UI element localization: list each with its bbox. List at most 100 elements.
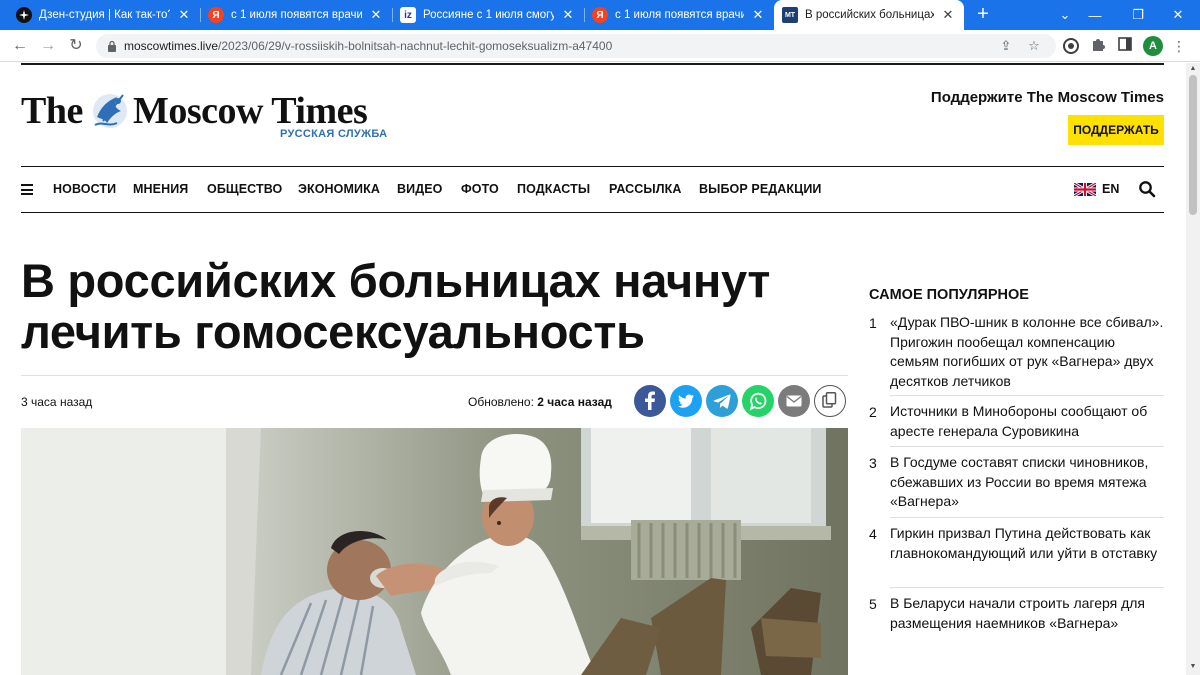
updated-time: Обновлено: 2 часа назад — [468, 395, 612, 409]
nav-item-newsletter[interactable]: РАССЫЛКА — [609, 182, 681, 196]
logo-word-the: The — [21, 90, 83, 132]
restore-icon[interactable]: ❐ — [1116, 0, 1160, 30]
close-window-icon[interactable]: ✕ — [1156, 0, 1200, 30]
tab-title: Дзен-студия | Как так-то? Пр — [39, 9, 170, 21]
new-tab-button[interactable]: + — [973, 4, 993, 25]
popular-link[interactable]: В Беларуси начали строить лагеря для раз… — [890, 594, 1165, 633]
tab-title: с 1 июля появятся врачи по — [231, 9, 362, 21]
headline-line-2: лечить гомосексуальность — [21, 305, 645, 358]
tab-close-icon[interactable]: ✕ — [940, 7, 956, 23]
share-whatsapp-button[interactable] — [742, 385, 774, 417]
uk-flag-icon[interactable] — [1074, 183, 1096, 196]
twitter-icon — [678, 394, 694, 408]
copy-link-button[interactable] — [814, 385, 846, 417]
main-nav: НОВОСТИ МНЕНИЯ ОБЩЕСТВО ЭКОНОМИКА ВИДЕО … — [21, 166, 1164, 213]
scroll-down-icon[interactable]: ▼ — [1188, 663, 1198, 673]
share-facebook-button[interactable] — [634, 385, 666, 417]
nav-item-opinions[interactable]: МНЕНИЯ — [133, 182, 188, 196]
search-icon[interactable] — [1138, 180, 1156, 198]
nav-item-economy[interactable]: ЭКОНОМИКА — [298, 182, 380, 196]
extensions-puzzle-icon[interactable] — [1089, 37, 1107, 55]
popular-item-4[interactable]: 4 Гиркин призвал Путина действовать как … — [869, 524, 1164, 584]
lock-icon[interactable] — [107, 40, 117, 52]
top-rule — [21, 63, 1164, 65]
copy-icon — [822, 392, 837, 408]
photo-nurse-patient — [21, 428, 848, 675]
popular-divider — [890, 446, 1164, 447]
scroll-up-icon[interactable]: ▲ — [1188, 65, 1198, 75]
extension-icon[interactable] — [1062, 37, 1080, 55]
yandex-icon: Я — [592, 7, 608, 23]
popular-item-2[interactable]: 2 Источники в Минобороны сообщают об аре… — [869, 402, 1164, 442]
tab-close-icon[interactable]: ✕ — [176, 7, 192, 23]
logo-word-moscow-times: Moscow Times — [133, 90, 368, 132]
yandex-icon: Я — [208, 7, 224, 23]
article-photo — [21, 428, 848, 675]
share-email-button[interactable] — [778, 385, 810, 417]
iz-icon: iz — [400, 7, 416, 23]
updated-label: Обновлено: — [468, 395, 534, 409]
menu-kebab-icon[interactable]: ⋮ — [1170, 37, 1188, 55]
telegram-icon — [713, 394, 731, 409]
popular-item-3[interactable]: 3 В Госдуме составят списки чиновников, … — [869, 453, 1164, 513]
share-page-icon[interactable]: ⇪ — [998, 38, 1014, 54]
bookmark-star-icon[interactable]: ☆ — [1026, 38, 1042, 54]
dzen-icon — [16, 7, 32, 23]
popular-number: 3 — [869, 455, 877, 471]
browser-tab-3[interactable]: iz Россияне с 1 июля смогут об ✕ — [392, 0, 584, 30]
browser-tab-2[interactable]: Я с 1 июля появятся врачи по ✕ — [200, 0, 392, 30]
browser-tab-1[interactable]: Дзен-студия | Как так-то? Пр ✕ — [8, 0, 200, 30]
mt-icon: MT — [782, 7, 798, 23]
page-scrollbar[interactable]: ▲ ▼ — [1186, 63, 1200, 675]
headline-line-1: В российских больницах начнут — [21, 254, 771, 307]
nav-item-photo[interactable]: ФОТО — [461, 182, 499, 196]
nav-item-editors-choice[interactable]: ВЫБОР РЕДАКЦИИ — [699, 182, 822, 196]
hamburger-menu-icon[interactable] — [21, 184, 33, 195]
popular-link[interactable]: «Дурак ПВО-шник в колонне все сбивал». П… — [890, 313, 1165, 391]
site-logo[interactable]: The Moscow Times РУССКАЯ СЛУЖБА — [21, 85, 391, 155]
profile-avatar[interactable]: A — [1143, 36, 1163, 56]
tab-close-icon[interactable]: ✕ — [368, 7, 384, 23]
whatsapp-icon — [749, 392, 767, 411]
popular-number: 5 — [869, 596, 877, 612]
popular-number: 2 — [869, 404, 877, 420]
st-george-emblem-icon — [93, 94, 127, 128]
nav-item-podcasts[interactable]: ПОДКАСТЫ — [517, 182, 590, 196]
popular-title: САМОЕ ПОПУЛЯРНОЕ — [869, 287, 1029, 303]
browser-tab-active[interactable]: MT В российских больницах на ✕ — [774, 0, 964, 30]
nav-item-news[interactable]: НОВОСТИ — [53, 182, 116, 196]
sidepanel-icon[interactable] — [1116, 37, 1134, 55]
popular-link[interactable]: В Госдуме составят списки чиновников, сб… — [890, 453, 1165, 512]
back-icon[interactable]: ← — [10, 36, 30, 56]
support-button[interactable]: ПОДДЕРЖАТЬ — [1068, 115, 1164, 145]
support-title: Поддержите The Moscow Times — [930, 89, 1164, 106]
popular-item-1[interactable]: 1 «Дурак ПВО-шник в колонне все сбивал».… — [869, 313, 1164, 393]
minimize-icon[interactable]: — — [1073, 0, 1117, 30]
popular-link[interactable]: Гиркин призвал Путина действовать как гл… — [890, 524, 1165, 563]
tab-close-icon[interactable]: ✕ — [560, 7, 576, 23]
tab-close-icon[interactable]: ✕ — [750, 7, 766, 23]
tab-title: с 1 июля появятся врачи се — [615, 9, 744, 21]
popular-item-5[interactable]: 5 В Беларуси начали строить лагеря для р… — [869, 594, 1164, 634]
page-viewport: The Moscow Times РУССКАЯ СЛУЖБА Поддержи… — [0, 63, 1186, 675]
updated-value: 2 часа назад — [537, 395, 612, 409]
headline-divider — [21, 375, 848, 376]
email-icon — [786, 395, 802, 407]
share-telegram-button[interactable] — [706, 385, 738, 417]
article-headline: В российских больницах начнут лечить гом… — [21, 255, 841, 357]
browser-tab-4[interactable]: Я с 1 июля появятся врачи се ✕ — [584, 0, 774, 30]
nav-item-video[interactable]: ВИДЕО — [397, 182, 442, 196]
url-text: moscowtimes.live/2023/06/29/v-rossiiskih… — [124, 39, 612, 53]
reload-icon[interactable]: ↻ — [66, 36, 86, 56]
popular-divider — [890, 587, 1164, 588]
forward-icon[interactable]: → — [38, 36, 58, 56]
nav-item-society[interactable]: ОБЩЕСТВО — [207, 182, 282, 196]
browser-tab-strip: Дзен-студия | Как так-то? Пр ✕ Я с 1 июл… — [0, 0, 1200, 30]
share-twitter-button[interactable] — [670, 385, 702, 417]
tab-title: В российских больницах на — [805, 9, 934, 21]
url-path: /2023/06/29/v-rossiiskih-bolnitsah-nachn… — [218, 39, 613, 53]
popular-link[interactable]: Источники в Минобороны сообщают об арест… — [890, 402, 1165, 441]
address-bar[interactable]: moscowtimes.live/2023/06/29/v-rossiiskih… — [96, 34, 1056, 58]
language-switch[interactable]: EN — [1102, 182, 1119, 196]
scrollbar-thumb[interactable] — [1189, 75, 1197, 215]
